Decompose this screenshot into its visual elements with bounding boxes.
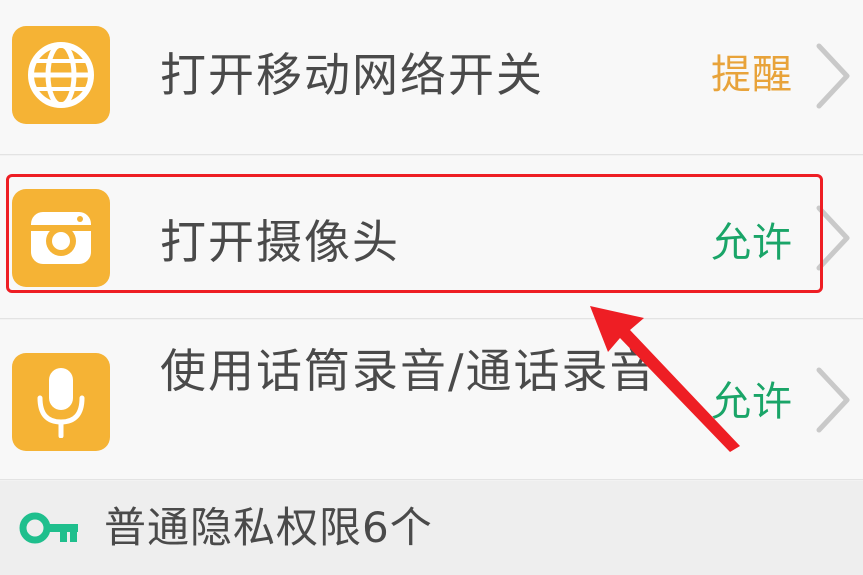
permission-status: 允许 <box>711 379 793 425</box>
permission-label: 打开移动网络开关 <box>160 48 544 102</box>
permission-row-mobile-network[interactable]: 打开移动网络开关 提醒 <box>0 0 863 155</box>
permission-row-camera[interactable]: 打开摄像头 允许 <box>0 156 863 319</box>
permission-label: 打开摄像头 <box>160 215 400 269</box>
chevron-right-icon <box>816 205 850 271</box>
chevron-right-icon <box>816 43 850 109</box>
camera-icon <box>12 189 110 287</box>
section-label: 普通隐私权限6个 <box>104 503 433 552</box>
permission-label: 使用话筒录音/通话录音 <box>160 344 658 398</box>
chevron-right-icon <box>816 367 850 433</box>
permission-settings-screen: 打开移动网络开关 提醒 打开摄像头 允许 使用话筒录音/通话录音 允许 普通隐私… <box>0 0 863 575</box>
normal-permissions-section[interactable]: 普通隐私权限6个 <box>0 481 863 575</box>
permission-status: 提醒 <box>711 52 793 98</box>
globe-icon <box>12 26 110 124</box>
permission-row-microphone[interactable]: 使用话筒录音/通话录音 允许 <box>0 320 863 480</box>
key-icon <box>19 512 78 544</box>
microphone-icon <box>12 353 110 451</box>
permission-status: 允许 <box>711 220 793 266</box>
